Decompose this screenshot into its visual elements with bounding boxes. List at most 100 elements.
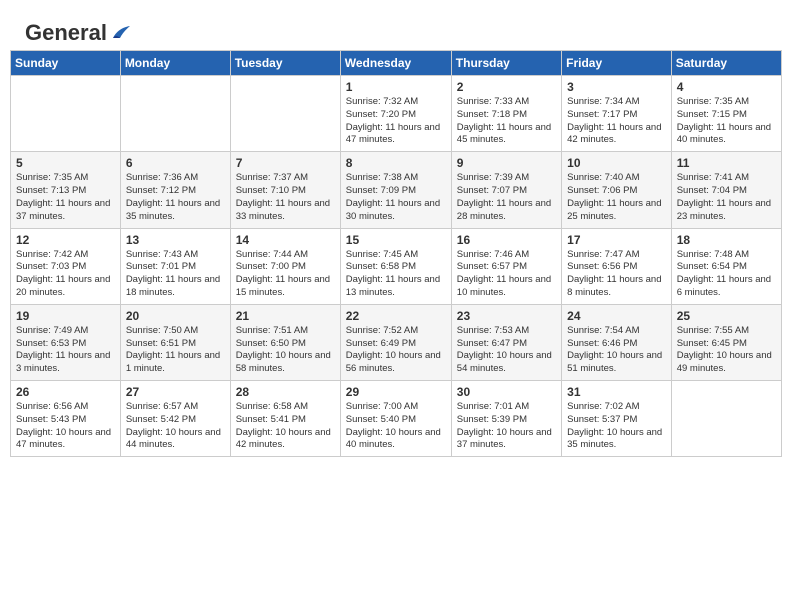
col-header-monday: Monday xyxy=(120,51,230,76)
day-number: 15 xyxy=(346,233,446,247)
calendar-day-cell: 13 Sunrise: 7:43 AM Sunset: 7:01 PM Dayli… xyxy=(120,228,230,304)
calendar-week-row: 1Sunrise: 7:32 AM Sunset: 7:20 PM Daylig… xyxy=(11,76,782,152)
day-number: 5 xyxy=(16,156,115,170)
calendar-day-cell: 21Sunrise: 7:51 AM Sunset: 6:50 PM Dayli… xyxy=(230,304,340,380)
calendar-day-cell: 28 Sunrise: 6:58 AM Sunset: 5:41 PM Dayli… xyxy=(230,381,340,457)
day-info: Sunrise: 6:57 AM Sunset: 5:42 PM Dayligh… xyxy=(126,401,225,452)
day-info: Sunrise: 7:35 AM Sunset: 7:13 PM Dayligh… xyxy=(16,172,115,223)
col-header-tuesday: Tuesday xyxy=(230,51,340,76)
calendar-day-cell: 9 Sunrise: 7:39 AM Sunset: 7:07 PM Daylig… xyxy=(451,152,561,228)
day-number: 22 xyxy=(346,309,446,323)
day-number: 14 xyxy=(236,233,335,247)
calendar-empty-cell xyxy=(11,76,121,152)
calendar-day-cell: 4Sunrise: 7:35 AM Sunset: 7:15 PM Daylig… xyxy=(671,76,781,152)
calendar-header-row: SundayMondayTuesdayWednesdayThursdayFrid… xyxy=(11,51,782,76)
day-number: 20 xyxy=(126,309,225,323)
day-info: Sunrise: 7:32 AM Sunset: 7:20 PM Dayligh… xyxy=(346,96,446,147)
logo: General xyxy=(25,20,131,40)
day-info: Sunrise: 7:55 AM Sunset: 6:45 PM Dayligh… xyxy=(677,325,776,376)
calendar-day-cell: 10 Sunrise: 7:40 AM Sunset: 7:06 PM Dayli… xyxy=(562,152,672,228)
calendar-day-cell: 2Sunrise: 7:33 AM Sunset: 7:18 PM Daylig… xyxy=(451,76,561,152)
day-number: 23 xyxy=(457,309,556,323)
day-info: Sunrise: 7:47 AM Sunset: 6:56 PM Dayligh… xyxy=(567,249,666,300)
day-number: 29 xyxy=(346,385,446,399)
day-info: Sunrise: 6:58 AM Sunset: 5:41 PM Dayligh… xyxy=(236,401,335,452)
calendar-day-cell: 15 Sunrise: 7:45 AM Sunset: 6:58 PM Dayli… xyxy=(340,228,451,304)
calendar-day-cell: 26 Sunrise: 6:56 AM Sunset: 5:43 PM Dayli… xyxy=(11,381,121,457)
page-header: General xyxy=(10,10,782,45)
day-info: Sunrise: 7:54 AM Sunset: 6:46 PM Dayligh… xyxy=(567,325,666,376)
day-info: Sunrise: 7:37 AM Sunset: 7:10 PM Dayligh… xyxy=(236,172,335,223)
day-info: Sunrise: 7:49 AM Sunset: 6:53 PM Dayligh… xyxy=(16,325,115,376)
calendar-day-cell: 19 Sunrise: 7:49 AM Sunset: 6:53 PM Dayli… xyxy=(11,304,121,380)
day-number: 8 xyxy=(346,156,446,170)
day-number: 25 xyxy=(677,309,776,323)
calendar-day-cell: 23 Sunrise: 7:53 AM Sunset: 6:47 PM Dayli… xyxy=(451,304,561,380)
day-number: 13 xyxy=(126,233,225,247)
day-number: 2 xyxy=(457,80,556,94)
calendar-day-cell: 24 Sunrise: 7:54 AM Sunset: 6:46 PM Dayli… xyxy=(562,304,672,380)
calendar-day-cell: 14 Sunrise: 7:44 AM Sunset: 7:00 PM Dayli… xyxy=(230,228,340,304)
day-number: 31 xyxy=(567,385,666,399)
calendar-day-cell: 8 Sunrise: 7:38 AM Sunset: 7:09 PM Daylig… xyxy=(340,152,451,228)
day-info: Sunrise: 7:00 AM Sunset: 5:40 PM Dayligh… xyxy=(346,401,446,452)
logo-bird-icon xyxy=(108,24,130,42)
day-number: 6 xyxy=(126,156,225,170)
day-info: Sunrise: 7:34 AM Sunset: 7:17 PM Dayligh… xyxy=(567,96,666,147)
calendar-day-cell: 18Sunrise: 7:48 AM Sunset: 6:54 PM Dayli… xyxy=(671,228,781,304)
col-header-saturday: Saturday xyxy=(671,51,781,76)
day-info: Sunrise: 7:41 AM Sunset: 7:04 PM Dayligh… xyxy=(677,172,776,223)
day-info: Sunrise: 7:01 AM Sunset: 5:39 PM Dayligh… xyxy=(457,401,556,452)
calendar-table: SundayMondayTuesdayWednesdayThursdayFrid… xyxy=(10,50,782,457)
day-info: Sunrise: 6:56 AM Sunset: 5:43 PM Dayligh… xyxy=(16,401,115,452)
day-info: Sunrise: 7:39 AM Sunset: 7:07 PM Dayligh… xyxy=(457,172,556,223)
calendar-week-row: 26 Sunrise: 6:56 AM Sunset: 5:43 PM Dayli… xyxy=(11,381,782,457)
day-number: 4 xyxy=(677,80,776,94)
day-number: 24 xyxy=(567,309,666,323)
logo-general: General xyxy=(25,20,107,46)
day-number: 28 xyxy=(236,385,335,399)
calendar-day-cell: 7 Sunrise: 7:37 AM Sunset: 7:10 PM Daylig… xyxy=(230,152,340,228)
col-header-sunday: Sunday xyxy=(11,51,121,76)
col-header-thursday: Thursday xyxy=(451,51,561,76)
calendar-day-cell: 17 Sunrise: 7:47 AM Sunset: 6:56 PM Dayli… xyxy=(562,228,672,304)
calendar-day-cell: 11 Sunrise: 7:41 AM Sunset: 7:04 PM Dayli… xyxy=(671,152,781,228)
day-info: Sunrise: 7:45 AM Sunset: 6:58 PM Dayligh… xyxy=(346,249,446,300)
day-number: 9 xyxy=(457,156,556,170)
day-number: 12 xyxy=(16,233,115,247)
calendar-day-cell: 25 Sunrise: 7:55 AM Sunset: 6:45 PM Dayli… xyxy=(671,304,781,380)
day-info: Sunrise: 7:52 AM Sunset: 6:49 PM Dayligh… xyxy=(346,325,446,376)
calendar-day-cell: 6 Sunrise: 7:36 AM Sunset: 7:12 PM Daylig… xyxy=(120,152,230,228)
calendar-day-cell: 29 Sunrise: 7:00 AM Sunset: 5:40 PM Dayli… xyxy=(340,381,451,457)
day-info: Sunrise: 7:43 AM Sunset: 7:01 PM Dayligh… xyxy=(126,249,225,300)
calendar-day-cell: 12Sunrise: 7:42 AM Sunset: 7:03 PM Dayli… xyxy=(11,228,121,304)
day-number: 11 xyxy=(677,156,776,170)
day-info: Sunrise: 7:40 AM Sunset: 7:06 PM Dayligh… xyxy=(567,172,666,223)
day-info: Sunrise: 7:46 AM Sunset: 6:57 PM Dayligh… xyxy=(457,249,556,300)
calendar-day-cell: 27 Sunrise: 6:57 AM Sunset: 5:42 PM Dayli… xyxy=(120,381,230,457)
calendar-empty-cell xyxy=(120,76,230,152)
day-number: 27 xyxy=(126,385,225,399)
day-number: 30 xyxy=(457,385,556,399)
calendar-empty-cell xyxy=(671,381,781,457)
day-info: Sunrise: 7:44 AM Sunset: 7:00 PM Dayligh… xyxy=(236,249,335,300)
calendar-day-cell: 1Sunrise: 7:32 AM Sunset: 7:20 PM Daylig… xyxy=(340,76,451,152)
day-number: 17 xyxy=(567,233,666,247)
calendar-week-row: 19 Sunrise: 7:49 AM Sunset: 6:53 PM Dayli… xyxy=(11,304,782,380)
day-info: Sunrise: 7:50 AM Sunset: 6:51 PM Dayligh… xyxy=(126,325,225,376)
day-info: Sunrise: 7:53 AM Sunset: 6:47 PM Dayligh… xyxy=(457,325,556,376)
day-number: 7 xyxy=(236,156,335,170)
col-header-wednesday: Wednesday xyxy=(340,51,451,76)
day-number: 19 xyxy=(16,309,115,323)
calendar-day-cell: 3Sunrise: 7:34 AM Sunset: 7:17 PM Daylig… xyxy=(562,76,672,152)
day-number: 10 xyxy=(567,156,666,170)
day-info: Sunrise: 7:36 AM Sunset: 7:12 PM Dayligh… xyxy=(126,172,225,223)
day-info: Sunrise: 7:38 AM Sunset: 7:09 PM Dayligh… xyxy=(346,172,446,223)
day-number: 26 xyxy=(16,385,115,399)
calendar-day-cell: 20 Sunrise: 7:50 AM Sunset: 6:51 PM Dayli… xyxy=(120,304,230,380)
calendar-day-cell: 22 Sunrise: 7:52 AM Sunset: 6:49 PM Dayli… xyxy=(340,304,451,380)
calendar-week-row: 12Sunrise: 7:42 AM Sunset: 7:03 PM Dayli… xyxy=(11,228,782,304)
day-number: 18 xyxy=(677,233,776,247)
day-info: Sunrise: 7:51 AM Sunset: 6:50 PM Dayligh… xyxy=(236,325,335,376)
day-info: Sunrise: 7:02 AM Sunset: 5:37 PM Dayligh… xyxy=(567,401,666,452)
